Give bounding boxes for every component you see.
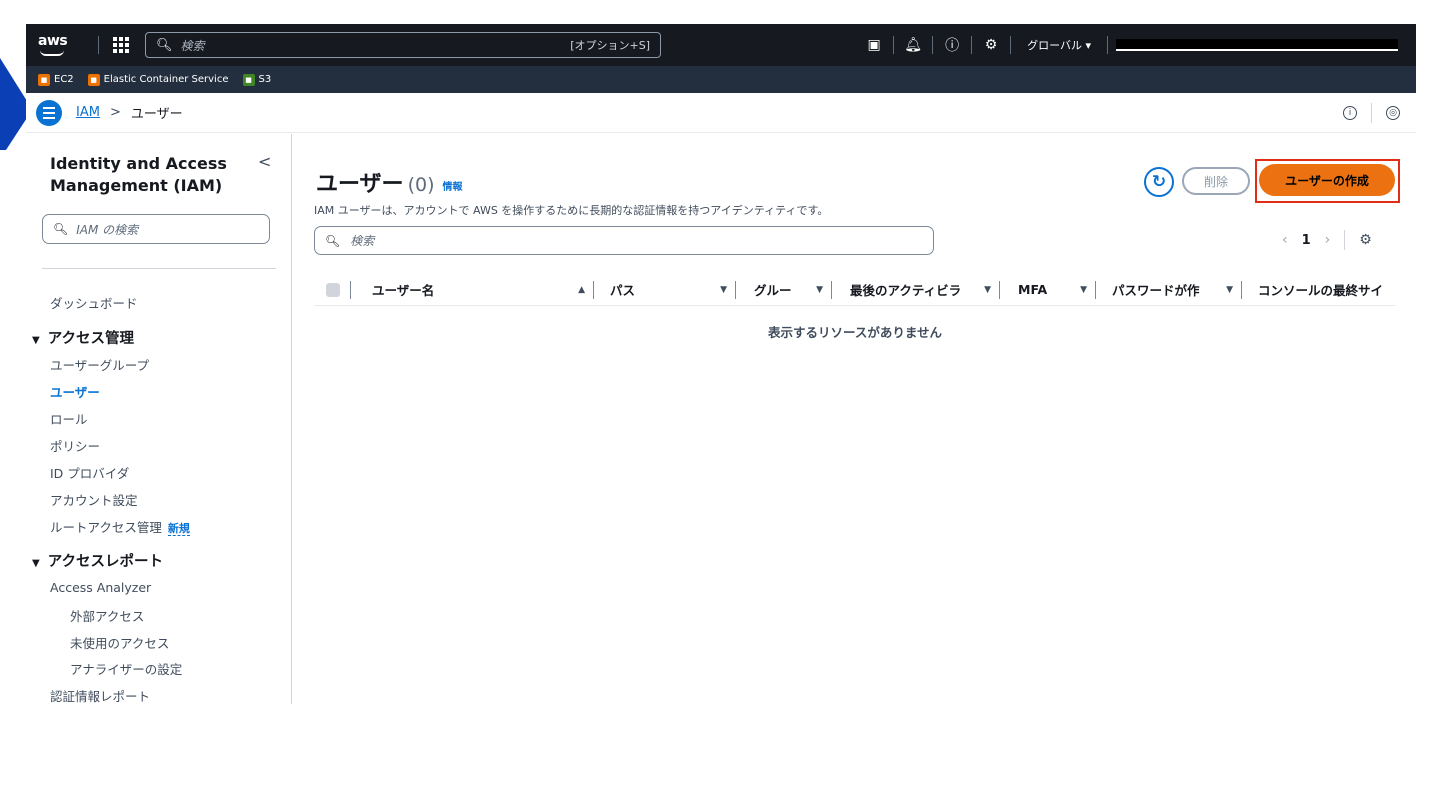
favorite-ec2[interactable]: ■ EC2 bbox=[38, 73, 74, 86]
sidebar-item-root-access[interactable]: ルートアクセス管理 新規 bbox=[50, 517, 190, 536]
column-console-last-signin[interactable]: コンソールの最終サイ bbox=[1242, 274, 1396, 305]
services-grid-icon[interactable] bbox=[113, 37, 129, 53]
previous-page-icon[interactable]: ‹ bbox=[1282, 232, 1288, 248]
select-all-checkbox[interactable] bbox=[326, 282, 340, 297]
new-badge: 新規 bbox=[167, 522, 190, 536]
sort-icon: ▼ bbox=[720, 284, 727, 295]
aws-smile-icon bbox=[40, 50, 64, 56]
sidebar-section-access-management[interactable]: ▼ アクセス管理 bbox=[32, 327, 134, 348]
info-icon[interactable]: i bbox=[1343, 105, 1357, 120]
sidebar-item-users[interactable]: ユーザー bbox=[50, 382, 100, 401]
sidebar-item-account-settings[interactable]: アカウント設定 bbox=[50, 490, 138, 509]
global-search-input[interactable]: 🔍︎ 検索 [オプション+S] bbox=[145, 32, 661, 58]
collapse-chevron-icon[interactable]: < bbox=[258, 152, 271, 171]
iam-search-input[interactable]: 🔍︎ IAM の検索 bbox=[42, 214, 270, 244]
breadcrumb-iam-link[interactable]: IAM bbox=[76, 105, 100, 120]
feedback-icon[interactable]: ◎ bbox=[1386, 105, 1400, 120]
current-page[interactable]: 1 bbox=[1302, 233, 1311, 248]
delete-button[interactable]: 削除 bbox=[1182, 167, 1250, 195]
column-mfa[interactable]: MFA ▼ bbox=[1000, 274, 1096, 305]
sort-icon: ▼ bbox=[984, 284, 991, 295]
next-page-icon[interactable]: › bbox=[1325, 232, 1331, 248]
side-menu-toggle-icon[interactable] bbox=[36, 99, 62, 126]
pagination: ‹ 1 › ⚙ bbox=[1282, 230, 1372, 250]
table-preferences-gear-icon[interactable]: ⚙ bbox=[1359, 232, 1372, 248]
search-icon: 🔍︎ bbox=[325, 233, 341, 248]
s3-service-icon: ■ bbox=[242, 73, 255, 86]
user-count: (0) bbox=[407, 174, 435, 196]
sidebar-title[interactable]: Identity and Access Management (IAM) bbox=[50, 153, 230, 197]
search-icon: 🔍︎ bbox=[53, 222, 69, 236]
users-search-input[interactable]: 🔍︎ 検索 bbox=[314, 226, 934, 255]
ec2-service-icon: ■ bbox=[38, 73, 50, 86]
search-icon: 🔍︎ bbox=[156, 37, 173, 53]
page-title: ユーザー (0) 情報 bbox=[316, 172, 463, 197]
top-navigation: aws 🔍︎ 検索 [オプション+S] ▣ 🔔︎ ⓘ ⚙ グローバル ▾ bbox=[26, 24, 1416, 66]
sidebar-item-external-access[interactable]: 外部アクセス bbox=[70, 606, 144, 625]
breadcrumb-current: ユーザー bbox=[130, 107, 183, 122]
empty-table-message: 表示するリソースがありません bbox=[767, 325, 942, 340]
side-navigation: Identity and Access Management (IAM) < 🔍… bbox=[26, 134, 292, 704]
sort-icon: ▼ bbox=[816, 284, 823, 295]
column-last-activity[interactable]: 最後のアクティビラ ▼ bbox=[832, 274, 1000, 305]
info-link[interactable]: 情報 bbox=[442, 182, 462, 193]
sidebar-item-policies[interactable]: ポリシー bbox=[50, 436, 100, 455]
caret-down-icon: ▼ bbox=[32, 335, 40, 346]
global-search-placeholder: 検索 bbox=[180, 38, 205, 53]
column-groups[interactable]: グルー ▼ bbox=[736, 274, 832, 305]
sidebar-item-roles[interactable]: ロール bbox=[50, 409, 88, 428]
sort-icon: ▼ bbox=[1080, 284, 1087, 295]
settings-gear-icon[interactable]: ⚙ bbox=[972, 37, 1010, 53]
aws-logo[interactable]: aws bbox=[38, 30, 88, 60]
sort-icon: ▼ bbox=[1226, 284, 1233, 295]
refresh-button[interactable]: ↻ bbox=[1144, 167, 1174, 197]
select-all-cell bbox=[314, 274, 354, 305]
sidebar-item-dashboard[interactable]: ダッシュボード bbox=[50, 293, 138, 312]
nav-divider bbox=[98, 36, 99, 54]
sidebar-item-identity-providers[interactable]: ID プロバイダ bbox=[50, 463, 129, 482]
help-icon[interactable]: ⓘ bbox=[933, 35, 971, 55]
breadcrumb-tools: i ◎ bbox=[1343, 102, 1400, 123]
sidebar-item-access-analyzer[interactable]: Access Analyzer bbox=[50, 580, 151, 595]
table-header: ユーザー名 ▲ パス ▼ グルー ▼ 最後のアクティビラ ▼ MFA ▼ パスワ… bbox=[314, 274, 1396, 306]
sidebar-item-user-groups[interactable]: ユーザーグループ bbox=[50, 355, 149, 374]
page-description: IAM ユーザーは、アカウントで AWS を操作するために長期的な認証情報を持つ… bbox=[314, 204, 829, 217]
breadcrumb-bar: IAM > ユーザー i ◎ bbox=[26, 93, 1416, 133]
account-menu-redacted[interactable] bbox=[1116, 39, 1398, 51]
region-selector[interactable]: グローバル ▾ bbox=[1011, 37, 1107, 53]
create-user-button[interactable]: ユーザーの作成 bbox=[1259, 164, 1395, 196]
refresh-icon: ↻ bbox=[1151, 172, 1167, 192]
column-username[interactable]: ユーザー名 ▲ bbox=[354, 274, 594, 305]
sidebar-divider bbox=[42, 268, 276, 269]
nav-right-group: ▣ 🔔︎ ⓘ ⚙ グローバル ▾ bbox=[855, 24, 1398, 66]
favorites-bar: ■ EC2 ■ Elastic Container Service ■ S3 bbox=[26, 66, 1416, 93]
column-path[interactable]: パス ▼ bbox=[594, 274, 736, 305]
favorite-s3[interactable]: ■ S3 bbox=[242, 73, 271, 86]
sort-ascending-icon: ▲ bbox=[578, 284, 585, 295]
sidebar-section-access-reports[interactable]: ▼ アクセスレポート bbox=[32, 550, 163, 571]
sidebar-item-unused-access[interactable]: 未使用のアクセス bbox=[70, 633, 169, 652]
ecs-service-icon: ■ bbox=[87, 73, 100, 86]
column-password-age[interactable]: パスワードが作 ▼ bbox=[1096, 274, 1242, 305]
notifications-bell-icon[interactable]: 🔔︎ bbox=[894, 37, 932, 53]
search-shortcut: [オプション+S] bbox=[570, 39, 650, 52]
caret-down-icon: ▼ bbox=[32, 558, 40, 569]
sidebar-item-analyzer-settings[interactable]: アナライザーの設定 bbox=[70, 659, 182, 678]
sidebar-item-credential-report[interactable]: 認証情報レポート bbox=[50, 686, 150, 705]
favorite-ecs[interactable]: ■ Elastic Container Service bbox=[87, 73, 229, 86]
main-content: ユーザー (0) 情報 IAM ユーザーは、アカウントで AWS を操作するために長… bbox=[292, 134, 1416, 704]
cloudshell-icon[interactable]: ▣ bbox=[855, 37, 893, 53]
breadcrumb-separator: > bbox=[109, 105, 121, 120]
